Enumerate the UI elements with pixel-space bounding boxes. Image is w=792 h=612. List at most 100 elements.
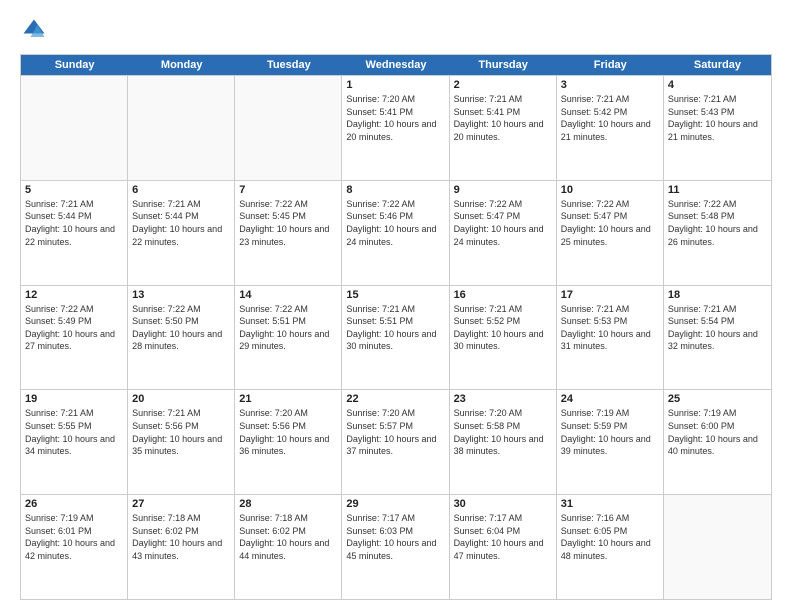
cell-info: Sunrise: 7:22 AM Sunset: 5:48 PM Dayligh… xyxy=(668,198,767,248)
cell-info: Sunrise: 7:21 AM Sunset: 5:56 PM Dayligh… xyxy=(132,407,230,457)
calendar-cell-13: 13 Sunrise: 7:22 AM Sunset: 5:50 PM Dayli… xyxy=(128,286,235,390)
calendar-cell-19: 19Sunrise: 7:21 AM Sunset: 5:55 PM Dayli… xyxy=(21,390,128,494)
calendar-cell-30: 30 Sunrise: 7:17 AM Sunset: 6:04 PM Dayli… xyxy=(450,495,557,599)
cell-info: Sunrise: 7:21 AM Sunset: 5:44 PM Dayligh… xyxy=(25,198,123,248)
calendar: SundayMondayTuesdayWednesdayThursdayFrid… xyxy=(20,54,772,600)
calendar-cell-6: 6Sunrise: 7:21 AM Sunset: 5:44 PM Daylig… xyxy=(128,181,235,285)
calendar-cell-3: 3 Sunrise: 7:21 AM Sunset: 5:42 PM Daylig… xyxy=(557,76,664,180)
header-day-sunday: Sunday xyxy=(21,55,128,75)
cell-info: Sunrise: 7:22 AM Sunset: 5:47 PM Dayligh… xyxy=(561,198,659,248)
calendar-cell-2: 2Sunrise: 7:21 AM Sunset: 5:41 PM Daylig… xyxy=(450,76,557,180)
header-day-tuesday: Tuesday xyxy=(235,55,342,75)
logo xyxy=(20,16,52,44)
calendar-cell-27: 27 Sunrise: 7:18 AM Sunset: 6:02 PM Dayli… xyxy=(128,495,235,599)
day-number: 16 xyxy=(454,289,552,301)
header-day-monday: Monday xyxy=(128,55,235,75)
day-number: 12 xyxy=(25,289,123,301)
cell-info: Sunrise: 7:20 AM Sunset: 5:58 PM Dayligh… xyxy=(454,407,552,457)
calendar-cell-15: 15Sunrise: 7:21 AM Sunset: 5:51 PM Dayli… xyxy=(342,286,449,390)
week-row-1: 5 Sunrise: 7:21 AM Sunset: 5:44 PM Daylig… xyxy=(21,180,771,285)
calendar-cell-31: 31Sunrise: 7:16 AM Sunset: 6:05 PM Dayli… xyxy=(557,495,664,599)
day-number: 21 xyxy=(239,393,337,405)
day-number: 31 xyxy=(561,498,659,510)
calendar-body: 1 Sunrise: 7:20 AM Sunset: 5:41 PM Daylig… xyxy=(21,75,771,599)
day-number: 25 xyxy=(668,393,767,405)
calendar-cell-10: 10 Sunrise: 7:22 AM Sunset: 5:47 PM Dayli… xyxy=(557,181,664,285)
day-number: 9 xyxy=(454,184,552,196)
cell-info: Sunrise: 7:21 AM Sunset: 5:41 PM Dayligh… xyxy=(454,93,552,143)
day-number: 7 xyxy=(239,184,337,196)
calendar-cell-12: 12 Sunrise: 7:22 AM Sunset: 5:49 PM Dayli… xyxy=(21,286,128,390)
calendar-cell-16: 16 Sunrise: 7:21 AM Sunset: 5:52 PM Dayli… xyxy=(450,286,557,390)
calendar-cell-21: 21 Sunrise: 7:20 AM Sunset: 5:56 PM Dayli… xyxy=(235,390,342,494)
calendar-cell-8: 8Sunrise: 7:22 AM Sunset: 5:46 PM Daylig… xyxy=(342,181,449,285)
calendar-cell-20: 20Sunrise: 7:21 AM Sunset: 5:56 PM Dayli… xyxy=(128,390,235,494)
calendar-header: SundayMondayTuesdayWednesdayThursdayFrid… xyxy=(21,55,771,75)
calendar-cell-26: 26Sunrise: 7:19 AM Sunset: 6:01 PM Dayli… xyxy=(21,495,128,599)
cell-info: Sunrise: 7:19 AM Sunset: 5:59 PM Dayligh… xyxy=(561,407,659,457)
day-number: 10 xyxy=(561,184,659,196)
day-number: 5 xyxy=(25,184,123,196)
calendar-cell-5: 5 Sunrise: 7:21 AM Sunset: 5:44 PM Daylig… xyxy=(21,181,128,285)
day-number: 3 xyxy=(561,79,659,91)
week-row-4: 26Sunrise: 7:19 AM Sunset: 6:01 PM Dayli… xyxy=(21,494,771,599)
page: SundayMondayTuesdayWednesdayThursdayFrid… xyxy=(0,0,792,612)
day-number: 23 xyxy=(454,393,552,405)
cell-info: Sunrise: 7:22 AM Sunset: 5:46 PM Dayligh… xyxy=(346,198,444,248)
calendar-cell-14: 14 Sunrise: 7:22 AM Sunset: 5:51 PM Dayli… xyxy=(235,286,342,390)
day-number: 1 xyxy=(346,79,444,91)
calendar-cell-23: 23 Sunrise: 7:20 AM Sunset: 5:58 PM Dayli… xyxy=(450,390,557,494)
calendar-cell-22: 22Sunrise: 7:20 AM Sunset: 5:57 PM Dayli… xyxy=(342,390,449,494)
calendar-cell-4: 4Sunrise: 7:21 AM Sunset: 5:43 PM Daylig… xyxy=(664,76,771,180)
cell-info: Sunrise: 7:19 AM Sunset: 6:00 PM Dayligh… xyxy=(668,407,767,457)
day-number: 24 xyxy=(561,393,659,405)
day-number: 28 xyxy=(239,498,337,510)
cell-info: Sunrise: 7:21 AM Sunset: 5:52 PM Dayligh… xyxy=(454,303,552,353)
cell-info: Sunrise: 7:21 AM Sunset: 5:42 PM Dayligh… xyxy=(561,93,659,143)
cell-info: Sunrise: 7:21 AM Sunset: 5:51 PM Dayligh… xyxy=(346,303,444,353)
calendar-cell-11: 11Sunrise: 7:22 AM Sunset: 5:48 PM Dayli… xyxy=(664,181,771,285)
cell-info: Sunrise: 7:20 AM Sunset: 5:57 PM Dayligh… xyxy=(346,407,444,457)
header-day-wednesday: Wednesday xyxy=(342,55,449,75)
cell-info: Sunrise: 7:22 AM Sunset: 5:47 PM Dayligh… xyxy=(454,198,552,248)
calendar-cell-18: 18 Sunrise: 7:21 AM Sunset: 5:54 PM Dayli… xyxy=(664,286,771,390)
day-number: 29 xyxy=(346,498,444,510)
cell-info: Sunrise: 7:17 AM Sunset: 6:03 PM Dayligh… xyxy=(346,512,444,562)
calendar-cell-28: 28 Sunrise: 7:18 AM Sunset: 6:02 PM Dayli… xyxy=(235,495,342,599)
day-number: 14 xyxy=(239,289,337,301)
day-number: 13 xyxy=(132,289,230,301)
cell-info: Sunrise: 7:18 AM Sunset: 6:02 PM Dayligh… xyxy=(239,512,337,562)
week-row-3: 19Sunrise: 7:21 AM Sunset: 5:55 PM Dayli… xyxy=(21,389,771,494)
day-number: 18 xyxy=(668,289,767,301)
calendar-cell-17: 17 Sunrise: 7:21 AM Sunset: 5:53 PM Dayli… xyxy=(557,286,664,390)
week-row-2: 12 Sunrise: 7:22 AM Sunset: 5:49 PM Dayli… xyxy=(21,285,771,390)
cell-info: Sunrise: 7:22 AM Sunset: 5:49 PM Dayligh… xyxy=(25,303,123,353)
day-number: 30 xyxy=(454,498,552,510)
cell-info: Sunrise: 7:18 AM Sunset: 6:02 PM Dayligh… xyxy=(132,512,230,562)
day-number: 17 xyxy=(561,289,659,301)
cell-info: Sunrise: 7:20 AM Sunset: 5:41 PM Dayligh… xyxy=(346,93,444,143)
day-number: 26 xyxy=(25,498,123,510)
day-number: 27 xyxy=(132,498,230,510)
calendar-cell-empty-4-6 xyxy=(664,495,771,599)
cell-info: Sunrise: 7:21 AM Sunset: 5:54 PM Dayligh… xyxy=(668,303,767,353)
calendar-cell-empty-0-0 xyxy=(21,76,128,180)
cell-info: Sunrise: 7:22 AM Sunset: 5:50 PM Dayligh… xyxy=(132,303,230,353)
header xyxy=(20,16,772,44)
week-row-0: 1 Sunrise: 7:20 AM Sunset: 5:41 PM Daylig… xyxy=(21,75,771,180)
day-number: 19 xyxy=(25,393,123,405)
calendar-cell-7: 7Sunrise: 7:22 AM Sunset: 5:45 PM Daylig… xyxy=(235,181,342,285)
cell-info: Sunrise: 7:22 AM Sunset: 5:51 PM Dayligh… xyxy=(239,303,337,353)
calendar-cell-empty-0-1 xyxy=(128,76,235,180)
calendar-cell-1: 1 Sunrise: 7:20 AM Sunset: 5:41 PM Daylig… xyxy=(342,76,449,180)
calendar-cell-29: 29 Sunrise: 7:17 AM Sunset: 6:03 PM Dayli… xyxy=(342,495,449,599)
logo-icon xyxy=(20,16,48,44)
calendar-cell-25: 25 Sunrise: 7:19 AM Sunset: 6:00 PM Dayli… xyxy=(664,390,771,494)
cell-info: Sunrise: 7:21 AM Sunset: 5:53 PM Dayligh… xyxy=(561,303,659,353)
header-day-thursday: Thursday xyxy=(450,55,557,75)
calendar-cell-9: 9 Sunrise: 7:22 AM Sunset: 5:47 PM Daylig… xyxy=(450,181,557,285)
cell-info: Sunrise: 7:21 AM Sunset: 5:43 PM Dayligh… xyxy=(668,93,767,143)
calendar-cell-empty-0-2 xyxy=(235,76,342,180)
cell-info: Sunrise: 7:17 AM Sunset: 6:04 PM Dayligh… xyxy=(454,512,552,562)
cell-info: Sunrise: 7:20 AM Sunset: 5:56 PM Dayligh… xyxy=(239,407,337,457)
